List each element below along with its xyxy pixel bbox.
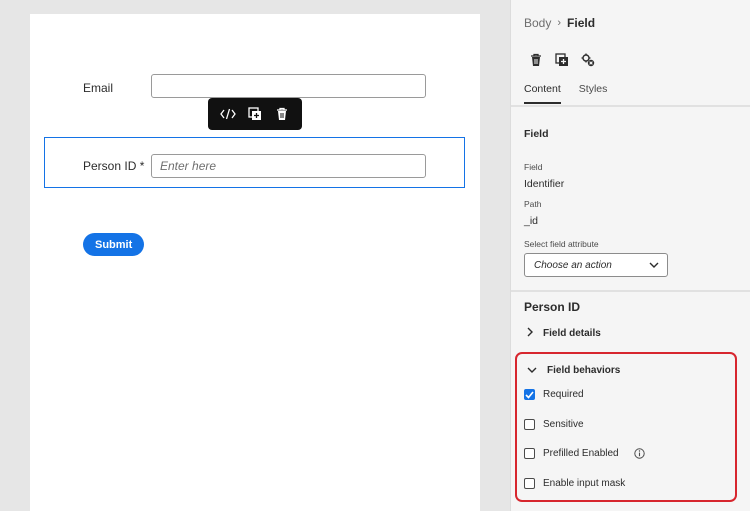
info-icon[interactable]	[633, 448, 645, 459]
properties-panel: Body › Field Content Styles Field Field …	[510, 0, 750, 511]
path-meta-label: Path	[524, 199, 542, 209]
required-checkbox-row[interactable]: Required	[524, 389, 584, 400]
divider	[511, 105, 750, 107]
field-behaviors-label: Field behaviors	[547, 365, 621, 376]
field-details-accordion[interactable]: Field details	[527, 327, 601, 340]
duplicate-icon[interactable]	[244, 103, 266, 125]
settings-icon[interactable]	[579, 51, 596, 68]
trash-icon[interactable]	[527, 51, 544, 68]
select-attribute-label: Select field attribute	[524, 239, 599, 249]
prefilled-label: Prefilled Enabled	[543, 448, 619, 459]
email-field[interactable]	[151, 74, 426, 98]
sensitive-checkbox[interactable]	[524, 419, 535, 430]
panel-actions	[527, 51, 596, 68]
breadcrumb-separator: ›	[557, 17, 562, 29]
breadcrumb: Body › Field	[524, 16, 595, 30]
chevron-right-icon	[527, 327, 533, 340]
panel-tabs: Content Styles	[524, 83, 607, 104]
field-details-label: Field details	[543, 328, 601, 339]
trash-icon[interactable]	[271, 103, 293, 125]
sensitive-label: Sensitive	[543, 419, 584, 430]
chevron-down-icon	[649, 260, 659, 271]
tab-content[interactable]: Content	[524, 83, 561, 104]
code-icon[interactable]	[217, 103, 239, 125]
field-behaviors-accordion[interactable]: Field behaviors	[527, 365, 620, 376]
divider	[511, 290, 750, 292]
section-heading: Field	[524, 128, 549, 140]
select-value: Choose an action	[534, 259, 612, 271]
input-mask-checkbox[interactable]	[524, 478, 535, 489]
email-label: Email	[83, 81, 114, 95]
required-label: Required	[543, 389, 584, 400]
tab-styles[interactable]: Styles	[579, 83, 608, 104]
field-toolbar	[208, 98, 302, 130]
field-attribute-select[interactable]: Choose an action	[524, 253, 668, 277]
chevron-down-icon	[527, 365, 537, 376]
field-meta-value: Identifier	[524, 178, 565, 190]
prefilled-checkbox-row[interactable]: Prefilled Enabled	[524, 448, 645, 459]
breadcrumb-current: Field	[567, 16, 596, 30]
duplicate-icon[interactable]	[553, 51, 570, 68]
path-meta-value: _id	[524, 215, 539, 227]
breadcrumb-parent[interactable]: Body	[524, 16, 551, 30]
field-meta-label: Field	[524, 162, 543, 172]
prefilled-checkbox[interactable]	[524, 448, 535, 459]
input-mask-label: Enable input mask	[543, 478, 626, 489]
sensitive-checkbox-row[interactable]: Sensitive	[524, 419, 584, 430]
required-checkbox[interactable]	[524, 389, 535, 400]
form-canvas: Email Person ID * Submit	[30, 14, 480, 511]
person-id-label: Person ID *	[83, 159, 145, 173]
person-id-input[interactable]	[151, 154, 426, 178]
submit-button[interactable]: Submit	[83, 233, 145, 256]
component-heading: Person ID	[524, 300, 581, 314]
input-mask-checkbox-row[interactable]: Enable input mask	[524, 478, 625, 489]
